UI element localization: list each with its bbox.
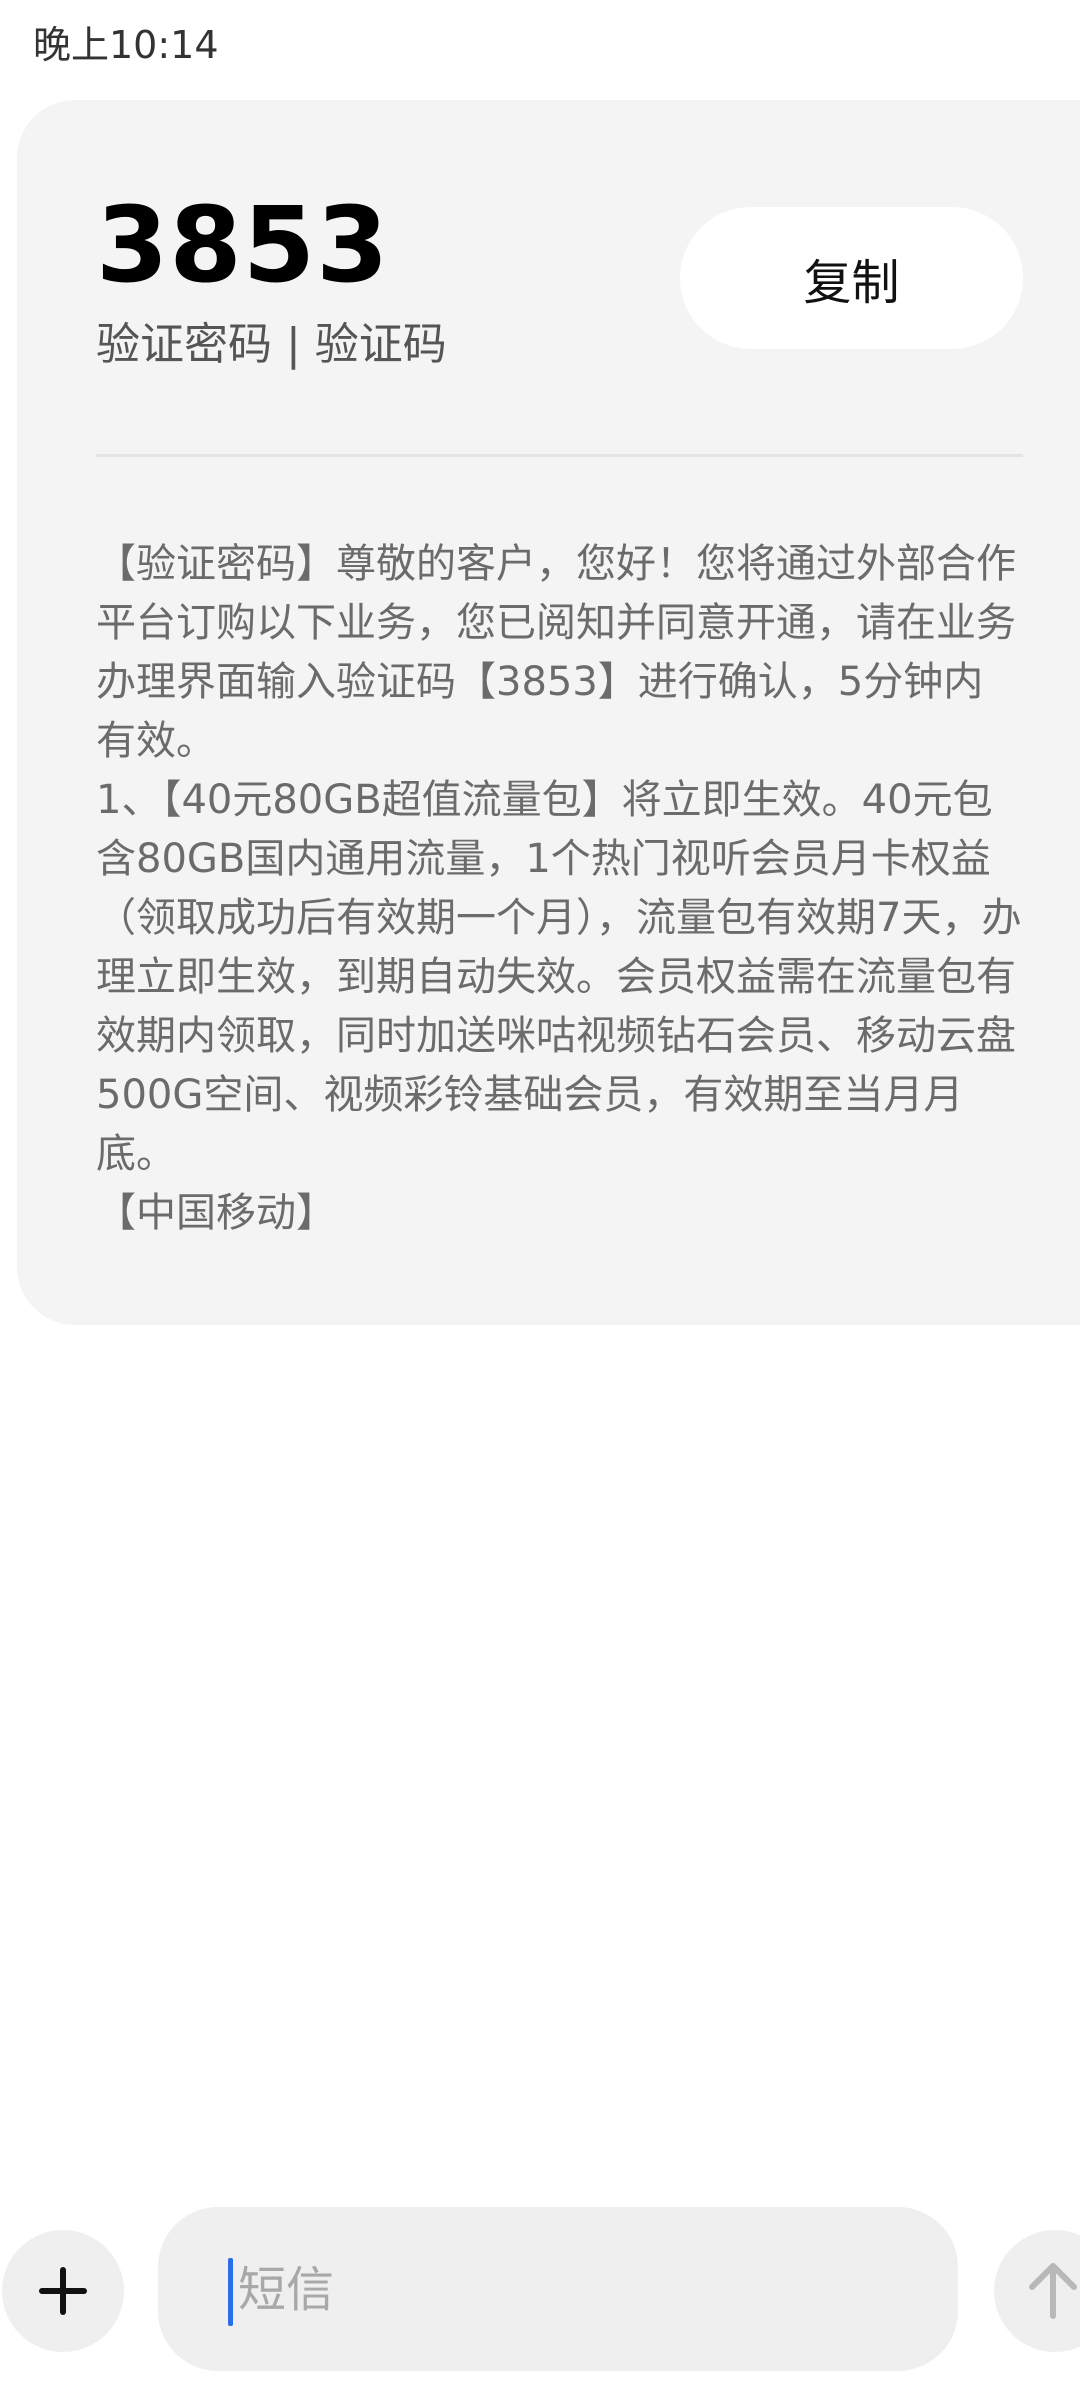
send-button[interactable]	[994, 2230, 1080, 2352]
copy-button[interactable]: 复制	[680, 207, 1023, 349]
message-body-text: 【验证密码】尊敬的客户，您好！您将通过外部合作平台订购以下业务，您已阅知并同意开…	[96, 541, 1022, 1236]
verification-code-subtitle: 验证密码 | 验证码	[96, 319, 447, 370]
verification-code: 3853	[96, 184, 390, 306]
plus-icon	[39, 2267, 87, 2315]
arrow-up-icon	[1029, 2263, 1077, 2319]
sms-input[interactable]	[228, 2247, 938, 2333]
status-bar-time: 晚上10:14	[33, 23, 219, 67]
card-divider	[96, 454, 1023, 457]
sms-input-container[interactable]	[158, 2207, 958, 2371]
add-attachment-button[interactable]	[2, 2230, 124, 2352]
message-composer	[0, 2205, 1080, 2375]
